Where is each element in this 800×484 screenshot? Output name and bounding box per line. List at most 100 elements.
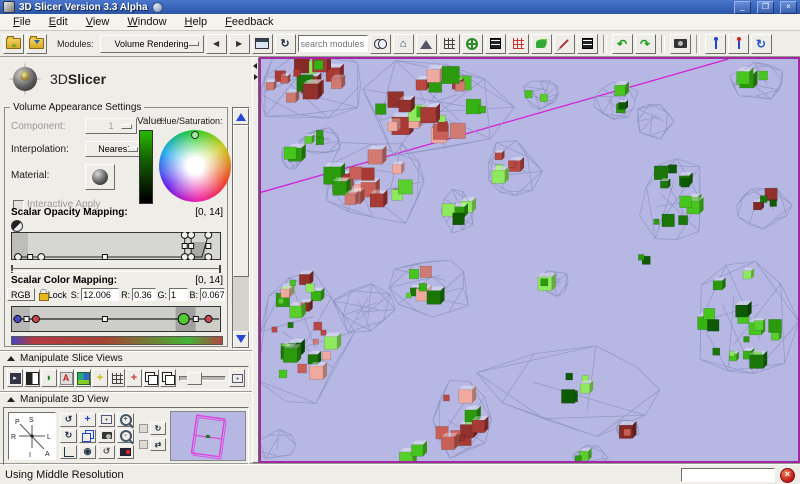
person-icon bbox=[711, 37, 720, 50]
slice-fg-bg-button[interactable] bbox=[24, 369, 40, 387]
b-field[interactable]: 0.067 bbox=[200, 288, 225, 301]
menu-help[interactable]: Help bbox=[176, 15, 217, 29]
main-area: 3DSlicer Volume Appearance Settings Comp… bbox=[0, 57, 800, 463]
slice-compositing-button[interactable] bbox=[75, 369, 91, 387]
axes-visibility-button[interactable] bbox=[60, 445, 77, 459]
menu-view[interactable]: View bbox=[77, 15, 119, 29]
restore-button[interactable]: ❐ bbox=[757, 1, 774, 14]
menu-edit[interactable]: Edit bbox=[40, 15, 77, 29]
stereo-button[interactable] bbox=[98, 413, 115, 427]
cancel-button[interactable]: × bbox=[780, 468, 795, 483]
mannequin-button-1[interactable] bbox=[705, 34, 726, 54]
scrollbar-thumb[interactable] bbox=[233, 125, 249, 277]
zoom-in-button[interactable]: + bbox=[117, 413, 134, 427]
spin-button[interactable]: ↻ bbox=[150, 422, 166, 435]
scroll-up-button[interactable] bbox=[233, 108, 249, 125]
rock-button[interactable]: ⇄ bbox=[150, 438, 166, 451]
mannequin-button-2[interactable] bbox=[728, 34, 749, 54]
opacity-toggle-icon[interactable] bbox=[11, 220, 23, 232]
layout-button[interactable] bbox=[252, 34, 273, 54]
slice-views-header[interactable]: Manipulate Slice Views bbox=[0, 351, 252, 365]
spin-view-button[interactable]: ↺ bbox=[98, 445, 115, 459]
grid-cross-icon bbox=[112, 373, 123, 384]
material-button[interactable] bbox=[85, 164, 115, 190]
component-select[interactable]: 1 bbox=[85, 118, 137, 134]
search-modules-input[interactable] bbox=[298, 35, 368, 52]
navigation-thumbnail[interactable] bbox=[170, 411, 246, 461]
undo-button[interactable]: ↶ bbox=[612, 34, 633, 54]
module-forward-button[interactable]: ▶ bbox=[229, 34, 250, 54]
spin-checkbox[interactable] bbox=[139, 424, 148, 433]
menu-window[interactable]: Window bbox=[118, 15, 175, 29]
refresh-views-button[interactable]: ↻ bbox=[751, 34, 772, 54]
data-module-button[interactable] bbox=[416, 34, 437, 54]
slice-link-button[interactable] bbox=[160, 369, 176, 387]
camera-icon bbox=[102, 432, 112, 439]
hue-saturation-wheel[interactable] bbox=[159, 130, 231, 202]
center-view-button[interactable]: + bbox=[79, 413, 96, 427]
slice-fit-button[interactable] bbox=[143, 369, 159, 387]
colors-module-button[interactable] bbox=[577, 34, 598, 54]
models-module-button[interactable] bbox=[531, 34, 552, 54]
rotate-right-button[interactable]: ↻ bbox=[60, 429, 77, 443]
slider-thumb[interactable] bbox=[187, 372, 202, 385]
slice-annotations-button[interactable]: A bbox=[58, 369, 74, 387]
slice-visibility-button[interactable]: ▸ bbox=[7, 369, 23, 387]
interpolation-select[interactable]: Nearest bbox=[85, 141, 143, 157]
close-button[interactable]: × bbox=[780, 1, 797, 14]
rgb-button[interactable]: RGB bbox=[7, 288, 35, 301]
find-modules-button[interactable] bbox=[370, 34, 391, 54]
module-back-button[interactable]: ◀ bbox=[206, 34, 227, 54]
slice-crosshair-button[interactable]: + bbox=[92, 369, 108, 387]
slice-opacity-slider[interactable] bbox=[179, 371, 226, 385]
modules-label: Modules: bbox=[57, 39, 94, 49]
editor-module-button[interactable] bbox=[554, 34, 575, 54]
view-3d-buttons: ↺ + + ↻ - ◉ ↺ bbox=[60, 413, 135, 460]
settings-scrollbar[interactable] bbox=[232, 107, 250, 349]
lock-icon[interactable] bbox=[39, 289, 46, 300]
scroll-down-button[interactable] bbox=[233, 331, 249, 348]
target-icon bbox=[466, 38, 478, 50]
slice-features-button[interactable] bbox=[229, 369, 245, 387]
redo-button[interactable]: ↷ bbox=[635, 34, 656, 54]
home-module-button[interactable]: ⌂ bbox=[393, 34, 414, 54]
rock-checkbox[interactable] bbox=[139, 440, 148, 449]
minimize-button[interactable]: _ bbox=[734, 1, 751, 14]
load-scene-button[interactable] bbox=[3, 34, 24, 54]
combo-indicator-icon bbox=[127, 147, 138, 152]
hue-selector-icon[interactable] bbox=[191, 131, 199, 139]
slice-navigation-button[interactable]: + bbox=[126, 369, 142, 387]
transforms-module-button[interactable] bbox=[485, 34, 506, 54]
view-3d[interactable] bbox=[259, 57, 800, 463]
zoom-out-button[interactable]: - bbox=[117, 429, 134, 443]
record-button[interactable] bbox=[117, 445, 134, 459]
menu-file[interactable]: File bbox=[4, 15, 40, 29]
slice-grid-button[interactable] bbox=[109, 369, 125, 387]
opacity-range-slider[interactable] bbox=[11, 265, 221, 273]
value-gradient-bar[interactable] bbox=[139, 130, 153, 204]
slice-views-title: Manipulate Slice Views bbox=[20, 353, 123, 364]
fiducials-module-button[interactable] bbox=[462, 34, 483, 54]
save-scene-button[interactable] bbox=[26, 34, 47, 54]
look-from-button[interactable]: ◉ bbox=[79, 445, 96, 459]
screenshot-button[interactable] bbox=[670, 34, 691, 54]
panel-splitter[interactable] bbox=[252, 57, 259, 463]
volumes-module-button[interactable] bbox=[439, 34, 460, 54]
overlap-squares-icon bbox=[145, 372, 155, 382]
perspective-button[interactable] bbox=[79, 429, 96, 443]
r-field[interactable]: 0.36 bbox=[132, 288, 155, 301]
menu-feedback[interactable]: Feedback bbox=[216, 15, 282, 29]
slice-label-button[interactable]: ◗ bbox=[41, 369, 57, 387]
s-field[interactable]: 12.006 bbox=[81, 288, 119, 301]
yellow-cross-icon: + bbox=[97, 373, 103, 384]
axis-orientation-widget[interactable]: P S L R I A bbox=[8, 412, 56, 460]
opacity-editor[interactable] bbox=[11, 232, 221, 260]
grid-module-button[interactable] bbox=[508, 34, 529, 54]
screenshot-3d-button[interactable] bbox=[98, 429, 115, 443]
module-reload-button[interactable]: ↻ bbox=[275, 34, 296, 54]
module-select[interactable]: Volume Rendering bbox=[100, 35, 204, 53]
rotate-left-button[interactable]: ↺ bbox=[60, 413, 77, 427]
color-editor[interactable] bbox=[11, 306, 221, 332]
g-field[interactable]: 1 bbox=[169, 288, 188, 301]
view-3d-header[interactable]: Manipulate 3D View bbox=[0, 392, 252, 406]
